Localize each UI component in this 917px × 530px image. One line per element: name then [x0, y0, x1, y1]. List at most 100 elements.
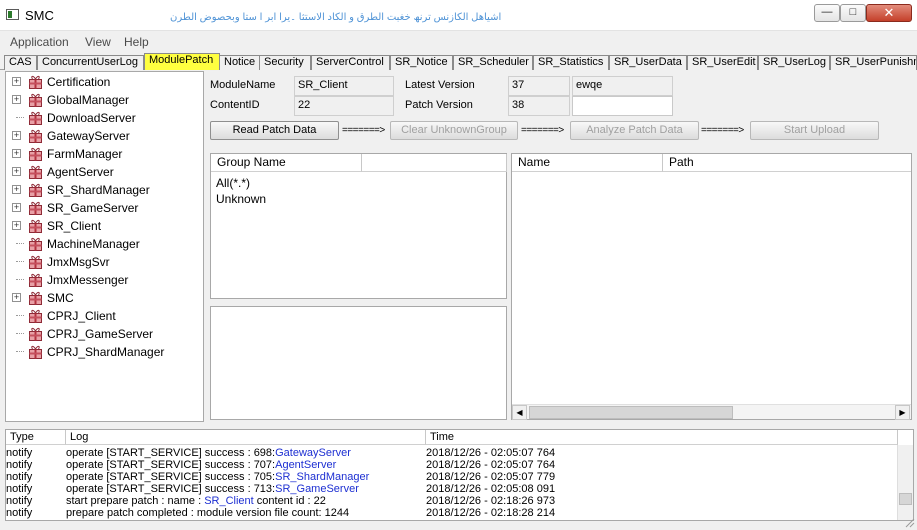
log-message-text: prepare patch completed : module version…: [66, 507, 350, 519]
tree-item[interactable]: DownloadServer: [6, 109, 203, 127]
log-row[interactable]: notify operate [START_SERVICE] success : …: [6, 447, 896, 459]
tree-item[interactable]: CPRJ_Client: [6, 307, 203, 325]
log-target: AgentServer: [275, 459, 337, 471]
menu-bar: Application View Help: [0, 33, 917, 52]
group-item-unknown[interactable]: Unknown: [216, 192, 266, 206]
tree-item[interactable]: + Certification: [6, 73, 203, 91]
log-target: GatewayServer: [275, 447, 351, 459]
tab-concurrentuserlog[interactable]: ConcurrentUserLog: [37, 55, 144, 70]
menu-help[interactable]: Help: [124, 35, 149, 49]
tab-servercontrol[interactable]: ServerControl: [311, 55, 390, 70]
patch-version-note-input[interactable]: [572, 96, 673, 116]
expand-icon[interactable]: +: [12, 167, 21, 176]
tree-item-label: MachineManager: [47, 237, 140, 251]
file-list-hscrollbar[interactable]: ◀ ▶: [512, 404, 911, 420]
tree-item[interactable]: CPRJ_ShardManager: [6, 343, 203, 361]
scroll-left-button[interactable]: ◀: [512, 405, 527, 420]
maximize-button[interactable]: □: [840, 4, 866, 22]
tree-item[interactable]: + FarmManager: [6, 145, 203, 163]
tab-notice[interactable]: Notice: [219, 55, 260, 70]
tree-item[interactable]: + SR_ShardManager: [6, 181, 203, 199]
minimize-button[interactable]: —: [814, 4, 840, 22]
tab-cas[interactable]: CAS: [4, 55, 37, 70]
gift-box-icon: [29, 219, 42, 233]
tree-item[interactable]: + AgentServer: [6, 163, 203, 181]
tree-item[interactable]: JmxMessenger: [6, 271, 203, 289]
log-message: start prepare patch : name : SR_Client c…: [66, 495, 326, 507]
scroll-thumb[interactable]: [529, 406, 733, 419]
expand-icon[interactable]: +: [12, 149, 21, 158]
tab-sr-scheduler[interactable]: SR_Scheduler: [453, 55, 533, 70]
expand-icon[interactable]: +: [12, 185, 21, 194]
log-type: notify: [6, 459, 33, 471]
tree-item[interactable]: JmxMsgSvr: [6, 253, 203, 271]
log-row[interactable]: notify prepare patch completed : module v…: [6, 507, 896, 519]
resize-grip[interactable]: [905, 518, 915, 528]
gift-box-icon: [29, 93, 42, 107]
file-path-header[interactable]: Path: [663, 154, 911, 172]
tab-sr-statistics[interactable]: SR_Statistics: [533, 55, 609, 70]
scroll-right-button[interactable]: ▶: [895, 405, 910, 420]
log-time-header[interactable]: Time: [426, 430, 898, 445]
log-type-header[interactable]: Type: [6, 430, 66, 445]
tab-sr-userdata[interactable]: SR_UserData: [609, 55, 687, 70]
expand-icon[interactable]: +: [12, 95, 21, 104]
tab-sr-userpunishment[interactable]: SR_UserPunishment: [830, 55, 917, 70]
expand-icon[interactable]: +: [12, 131, 21, 140]
log-row[interactable]: notify operate [START_SERVICE] success : …: [6, 471, 896, 483]
tree-connector: [16, 351, 24, 352]
tab-modulepatch[interactable]: ModulePatch: [144, 53, 220, 70]
group-extra-header[interactable]: [362, 154, 507, 172]
tree-item[interactable]: + SR_GameServer: [6, 199, 203, 217]
tab-sr-useredit[interactable]: SR_UserEdit: [687, 55, 758, 70]
log-message: operate [START_SERVICE] success : 707:Ag…: [66, 459, 336, 471]
module-tree[interactable]: + Certification + GlobalManager DownloadServ…: [5, 71, 204, 422]
tree-item[interactable]: + SMC: [6, 289, 203, 307]
tree-item[interactable]: + SR_Client: [6, 217, 203, 235]
menu-application[interactable]: Application: [10, 35, 69, 49]
log-message-text: operate [START_SERVICE] success : 713:: [66, 483, 276, 495]
tree-connector: [16, 261, 24, 262]
expand-icon[interactable]: +: [12, 293, 21, 302]
file-name-header[interactable]: Name: [512, 154, 663, 172]
tab-sr-notice[interactable]: SR_Notice: [390, 55, 453, 70]
tree-connector: [16, 315, 24, 316]
group-name-header[interactable]: Group Name: [211, 154, 362, 172]
gift-box-icon: [29, 309, 42, 323]
log-row[interactable]: notify start prepare patch : name : SR_Cl…: [6, 495, 896, 507]
group-item-all[interactable]: All(*.*): [216, 176, 250, 190]
tree-item[interactable]: CPRJ_GameServer: [6, 325, 203, 343]
log-vscrollbar[interactable]: [897, 445, 913, 520]
log-message: prepare patch completed : module version…: [66, 507, 349, 519]
log-row[interactable]: notify operate [START_SERVICE] success : …: [6, 459, 896, 471]
log-type: notify: [6, 447, 33, 459]
log-time: 2018/12/26 - 02:05:07 764: [426, 447, 556, 459]
file-list[interactable]: Name Path ◀ ▶: [511, 153, 912, 420]
clear-unknown-group-button[interactable]: Clear UnknownGroup: [390, 121, 518, 140]
tree-connector: [16, 243, 24, 244]
expand-icon[interactable]: +: [12, 221, 21, 230]
expand-icon[interactable]: +: [12, 77, 21, 86]
tree-item[interactable]: + GlobalManager: [6, 91, 203, 109]
log-message-header[interactable]: Log: [66, 430, 426, 445]
tree-item-label: AgentServer: [47, 165, 114, 179]
read-patch-data-button[interactable]: Read Patch Data: [210, 121, 339, 140]
log-row[interactable]: notify operate [START_SERVICE] success : …: [6, 483, 896, 495]
gift-box-icon: [29, 273, 42, 287]
analyze-patch-data-button[interactable]: Analyze Patch Data: [570, 121, 699, 140]
tree-item[interactable]: + GatewayServer: [6, 127, 203, 145]
log-scroll-thumb[interactable]: [899, 493, 912, 505]
menu-view[interactable]: View: [85, 35, 111, 49]
log-panel[interactable]: Type Log Time notify operate [START_SERVI…: [5, 429, 914, 521]
patch-version-field: 38: [508, 96, 570, 116]
start-upload-button[interactable]: Start Upload: [750, 121, 879, 140]
close-button[interactable]: ✕: [866, 4, 912, 22]
tree-item-label: FarmManager: [47, 147, 123, 161]
tab-security[interactable]: Security: [259, 55, 311, 70]
expand-icon[interactable]: +: [12, 203, 21, 212]
tree-item-label: CPRJ_GameServer: [47, 327, 154, 341]
tree-item-label: CPRJ_ShardManager: [47, 345, 165, 359]
tree-item[interactable]: MachineManager: [6, 235, 203, 253]
tab-sr-userlog[interactable]: SR_UserLog: [758, 55, 830, 70]
group-list[interactable]: Group Name All(*.*) Unknown: [210, 153, 507, 299]
